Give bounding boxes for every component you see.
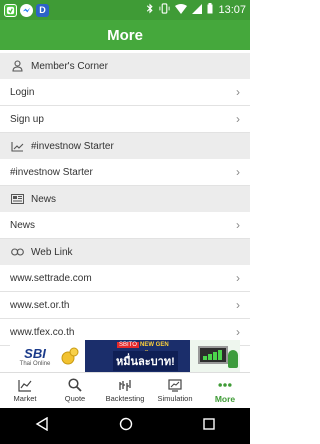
chevron-right-icon: › <box>236 325 240 339</box>
laptop-icon <box>198 346 228 364</box>
bluetooth-icon <box>146 3 154 17</box>
bottom-nav: Market Quote Backtesting Simulation More <box>0 372 250 408</box>
plant-icon <box>228 350 238 368</box>
status-time: 13:07 <box>218 4 246 16</box>
section-header-label: Web Link <box>31 246 73 258</box>
nav-more[interactable]: More <box>200 373 250 408</box>
banner-promo: SBITO NEW GEN หลักสูตร หมื่นละบาท! <box>85 340 190 372</box>
banner-tag: SBITO <box>117 342 139 348</box>
signal-icon <box>192 3 203 17</box>
simulation-icon <box>168 378 182 392</box>
section-header-investnow: #investnow Starter <box>0 133 250 159</box>
menu-item-label: www.tfex.co.th <box>10 326 75 338</box>
menu-item-news[interactable]: News › <box>0 212 250 239</box>
home-icon[interactable] <box>119 417 133 436</box>
newspaper-icon <box>10 193 24 205</box>
app-bar: More <box>0 20 250 50</box>
section-header-news: News <box>0 186 250 212</box>
menu-item-sign-up[interactable]: Sign up › <box>0 106 250 133</box>
trend-chart-icon <box>10 140 24 152</box>
coins-icon <box>61 347 79 365</box>
link-icon <box>10 246 24 258</box>
back-icon[interactable] <box>35 416 49 436</box>
chevron-right-icon: › <box>236 85 240 99</box>
status-bar: D 13:07 <box>0 0 250 20</box>
system-nav-bar <box>0 408 250 444</box>
person-icon <box>10 60 24 72</box>
section-header-members-corner: Member's Corner <box>0 53 250 79</box>
section-header-label: #investnow Starter <box>31 140 114 152</box>
status-icons: 13:07 <box>141 3 246 17</box>
menu-item-login[interactable]: Login › <box>0 79 250 106</box>
section-header-label: News <box>31 193 57 205</box>
search-icon <box>68 378 82 392</box>
menu-item-label: #investnow Starter <box>10 166 93 178</box>
chevron-right-icon: › <box>236 218 240 232</box>
nav-quote[interactable]: Quote <box>50 373 100 408</box>
menu-item-label: Sign up <box>10 113 44 125</box>
nav-market[interactable]: Market <box>0 373 50 408</box>
chevron-right-icon: › <box>236 112 240 126</box>
d-app-icon: D <box>36 3 49 17</box>
recents-icon[interactable] <box>203 417 215 435</box>
more-menu: Member's Corner Login › Sign up › #inves… <box>0 53 250 346</box>
chevron-right-icon: › <box>236 165 240 179</box>
menu-item-label: www.settrade.com <box>10 272 92 284</box>
section-header-web-link: Web Link <box>0 239 250 265</box>
messenger-icon <box>20 3 33 17</box>
page-title: More <box>107 26 143 44</box>
banner-brand: SBI Thai Online <box>10 340 60 372</box>
wifi-icon <box>175 3 188 17</box>
ad-banner[interactable]: SBI Thai Online SBITO NEW GEN หลักสูตร ห… <box>10 340 240 372</box>
app-notification-icon <box>4 3 17 17</box>
menu-item-link-set[interactable]: www.set.or.th › <box>0 292 250 319</box>
menu-item-investnow-starter[interactable]: #investnow Starter › <box>0 159 250 186</box>
banner-illustration <box>190 340 240 372</box>
nav-label: Quote <box>64 394 86 403</box>
menu-item-link-settrade[interactable]: www.settrade.com › <box>0 265 250 292</box>
nav-label: More <box>214 393 236 404</box>
banner-brand-sub: Thai Online <box>19 360 51 367</box>
banner-headline: หมื่นละบาท! <box>113 351 178 371</box>
chevron-right-icon: › <box>236 271 240 285</box>
backtesting-icon <box>118 378 132 392</box>
nav-backtesting[interactable]: Backtesting <box>100 373 150 408</box>
nav-label: Market <box>13 394 37 403</box>
section-header-label: Member's Corner <box>31 60 108 72</box>
banner-brand-logo: SBI <box>24 345 46 361</box>
vibrate-icon <box>159 3 171 17</box>
more-dots-icon <box>218 378 232 392</box>
menu-item-label: News <box>10 219 36 231</box>
market-chart-icon <box>18 378 32 392</box>
menu-item-label: Login <box>10 86 35 98</box>
nav-label: Backtesting <box>105 394 145 403</box>
battery-icon <box>207 3 213 17</box>
nav-label: Simulation <box>157 394 193 403</box>
chevron-right-icon: › <box>236 298 240 312</box>
nav-simulation[interactable]: Simulation <box>150 373 200 408</box>
menu-item-label: www.set.or.th <box>10 299 70 311</box>
